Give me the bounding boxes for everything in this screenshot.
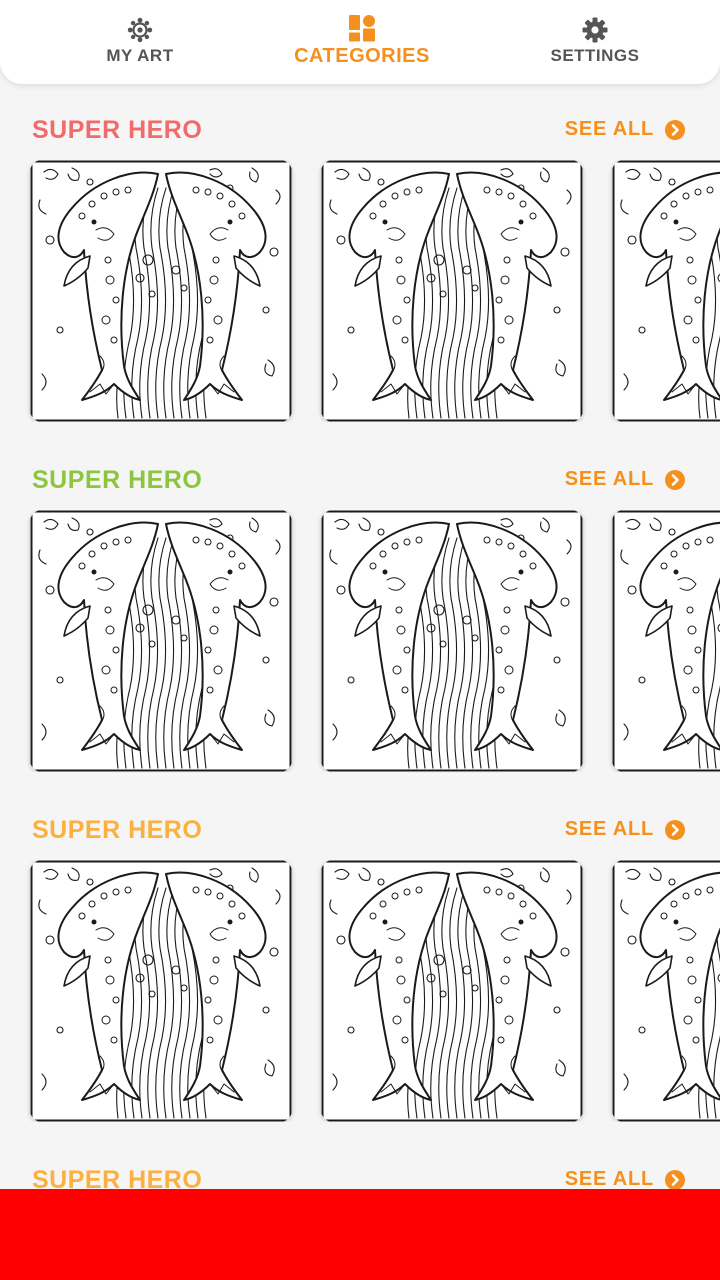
section-title: SUPER HERO <box>32 816 203 844</box>
tab-my-art-label: MY ART <box>106 46 174 65</box>
top-nav-bar: MY ART CATEGORIES SETTINGS <box>0 0 720 84</box>
section-header: SUPER HERO SEE ALL <box>0 110 720 150</box>
dolphin-coloring-image <box>612 160 720 422</box>
see-all-button[interactable]: SEE ALL <box>565 818 686 841</box>
dolphin-coloring-image <box>612 510 720 772</box>
dolphin-coloring-image <box>321 160 583 422</box>
ad-banner[interactable] <box>0 1189 720 1280</box>
chevron-right-circle-icon <box>665 1169 685 1190</box>
coloring-page-card[interactable] <box>321 860 583 1122</box>
see-all-label: SEE ALL <box>564 818 654 840</box>
coloring-page-card[interactable] <box>321 510 583 772</box>
coloring-page-card[interactable] <box>30 860 292 1122</box>
section-header: SUPER HERO SEE ALL <box>0 810 720 850</box>
coloring-page-card[interactable] <box>30 160 292 422</box>
section-title: SUPER HERO <box>32 116 203 144</box>
dolphin-coloring-image <box>30 510 292 772</box>
categories-icon <box>349 15 375 42</box>
card-carousel[interactable] <box>0 510 720 772</box>
dolphin-coloring-image <box>30 160 292 422</box>
coloring-page-card[interactable] <box>612 160 720 422</box>
see-all-label: SEE ALL <box>564 468 654 490</box>
chevron-right-circle-icon <box>665 119 685 140</box>
dolphin-coloring-image <box>321 860 583 1122</box>
chevron-right-circle-icon <box>665 819 685 840</box>
card-carousel[interactable] <box>0 160 720 422</box>
chevron-right-circle-icon <box>665 469 685 490</box>
my-art-icon <box>127 17 153 43</box>
see-all-label: SEE ALL <box>564 118 654 140</box>
dolphin-coloring-image <box>321 510 583 772</box>
tab-categories-label: CATEGORIES <box>294 45 430 67</box>
dolphin-coloring-image <box>612 860 720 1122</box>
tab-settings-label: SETTINGS <box>550 46 640 65</box>
see-all-button[interactable]: SEE ALL <box>565 1168 686 1191</box>
section-title: SUPER HERO <box>32 466 203 494</box>
see-all-button[interactable]: SEE ALL <box>565 468 686 491</box>
section-header: SUPER HERO SEE ALL <box>0 460 720 500</box>
tab-settings[interactable]: SETTINGS <box>530 0 660 84</box>
tab-my-art[interactable]: MY ART <box>80 0 200 84</box>
see-all-button[interactable]: SEE ALL <box>565 118 686 141</box>
gear-icon <box>582 17 608 43</box>
coloring-page-card[interactable] <box>612 860 720 1122</box>
coloring-page-card[interactable] <box>321 160 583 422</box>
see-all-label: SEE ALL <box>564 1168 654 1190</box>
dolphin-coloring-image <box>30 860 292 1122</box>
card-carousel[interactable] <box>0 860 720 1122</box>
tab-categories[interactable]: CATEGORIES <box>282 0 442 84</box>
coloring-page-card[interactable] <box>612 510 720 772</box>
coloring-page-card[interactable] <box>30 510 292 772</box>
